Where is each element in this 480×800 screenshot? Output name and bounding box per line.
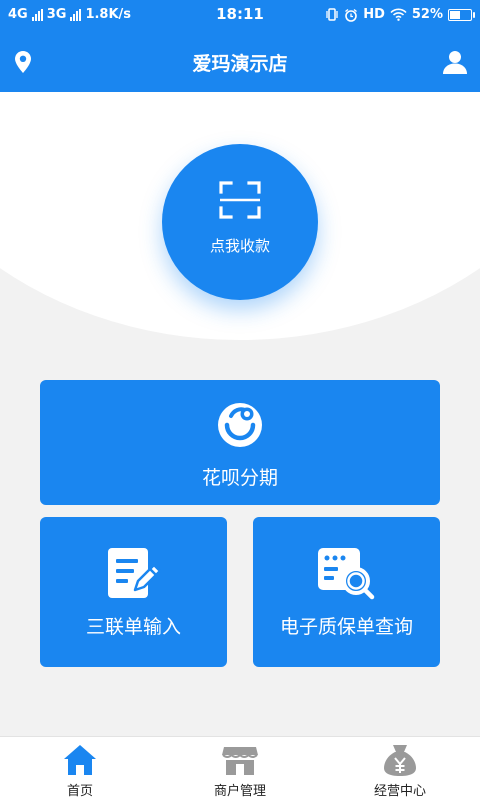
nav-label-business: 经营中心 bbox=[373, 784, 426, 799]
warranty-query-label: 电子质保单查询 bbox=[279, 616, 413, 638]
title-bar: 爱玛演示店 bbox=[0, 30, 480, 92]
battery-icon bbox=[448, 8, 475, 21]
app-screen: 4G 3G 1.8K/s 18:11 HD 52% 爱玛演示店 点我收款 花呗分… bbox=[0, 0, 480, 800]
document-search-icon bbox=[318, 548, 375, 600]
warranty-query-card[interactable]: 电子质保单查询 bbox=[253, 517, 440, 667]
triple-form-card[interactable]: 三联单输入 bbox=[40, 517, 227, 667]
scan-icon bbox=[219, 181, 261, 219]
wifi-icon bbox=[390, 8, 407, 21]
bottom-navigation: 首页 商户管理 经营中心 bbox=[0, 736, 480, 800]
hd-label: HD bbox=[363, 7, 385, 22]
nav-label-merchant: 商户管理 bbox=[213, 784, 266, 799]
nav-item-business[interactable]: 经营中心 bbox=[320, 737, 480, 800]
home-icon bbox=[64, 745, 96, 775]
nav-item-merchant[interactable]: 商户管理 bbox=[160, 737, 320, 800]
status-bar: 4G 3G 1.8K/s 18:11 HD 52% bbox=[0, 0, 480, 30]
edit-document-icon bbox=[108, 548, 161, 598]
battery-fill bbox=[450, 10, 460, 19]
triple-form-label: 三联单输入 bbox=[85, 616, 181, 638]
nav-label-home: 首页 bbox=[66, 784, 93, 799]
user-icon[interactable] bbox=[442, 49, 468, 75]
money-bag-icon bbox=[384, 745, 416, 776]
store-icon bbox=[222, 747, 258, 775]
huabei-installment-card[interactable]: 花呗分期 bbox=[40, 380, 440, 505]
collect-payment-label: 点我收款 bbox=[209, 237, 270, 255]
huabei-label: 花呗分期 bbox=[201, 467, 278, 489]
huabei-icon bbox=[218, 403, 262, 447]
page-title: 爱玛演示店 bbox=[192, 53, 288, 75]
battery-text: 52% bbox=[411, 7, 443, 22]
vibrate-icon bbox=[326, 8, 338, 21]
nav-item-home[interactable]: 首页 bbox=[0, 737, 160, 800]
status-right: HD 52% bbox=[325, 7, 475, 22]
alarm-icon bbox=[345, 8, 358, 22]
collect-payment-button[interactable]: 点我收款 bbox=[162, 144, 318, 300]
